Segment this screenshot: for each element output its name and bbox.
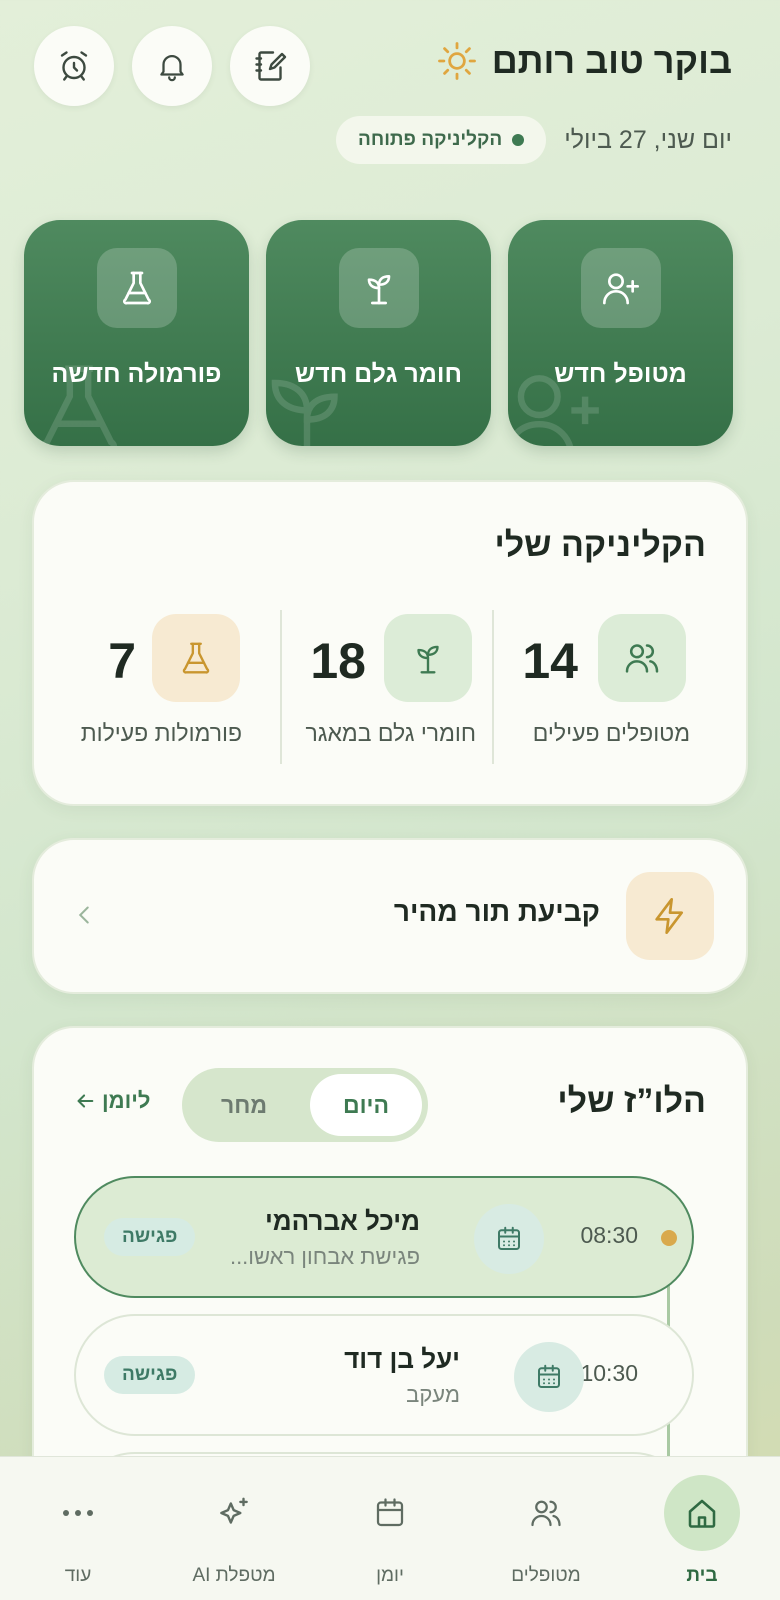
diary-link[interactable]: ליומן — [74, 1088, 150, 1114]
quick-booking-card[interactable]: קביעת תור מהיר — [32, 838, 748, 994]
date-row: יום שני, 27 ביולי הקליניקה פתוחה — [336, 116, 732, 164]
appointment-time: 08:30 — [580, 1222, 638, 1248]
appointment-card[interactable]: 10:30 יעל בן דוד מעקב פגישה — [74, 1314, 694, 1436]
nav-more[interactable]: עוד — [0, 1457, 156, 1600]
notifications-button[interactable] — [132, 26, 212, 106]
sprout-icon — [338, 248, 419, 328]
day-toggle: היום מחר — [182, 1068, 428, 1142]
appointment-type-badge: פגישה — [104, 1356, 196, 1394]
users-icon — [508, 1475, 584, 1551]
date-text: יום שני, 27 ביולי — [564, 125, 732, 154]
sun-icon — [437, 42, 476, 80]
sparkles-icon — [196, 1475, 272, 1551]
stat-active-formulas[interactable]: 7 פורמולות פעילות — [50, 604, 280, 764]
appointment-name: מיכל אברהמי — [264, 1206, 420, 1236]
nav-home[interactable]: בית — [624, 1457, 780, 1600]
new-patient-button[interactable]: מטופל חדש — [508, 220, 733, 446]
more-icon — [40, 1475, 116, 1551]
divider — [492, 610, 494, 764]
tab-today[interactable]: היום — [310, 1074, 422, 1136]
clinic-status-badge: הקליניקה פתוחה — [336, 116, 547, 164]
alarm-button[interactable] — [34, 26, 114, 106]
new-formula-button[interactable]: פורמולה חדשה — [24, 220, 249, 446]
bell-icon — [160, 55, 184, 82]
users-icon — [598, 614, 686, 702]
sprout-icon — [384, 614, 472, 702]
nav-label: מטפלת AI — [192, 1565, 276, 1586]
quick-booking-label: קביעת תור מהיר — [393, 896, 600, 927]
greeting-text: בוקר טוב רותם — [491, 40, 732, 81]
home-icon — [664, 1475, 740, 1551]
appointment-name: יעל בן דוד — [344, 1344, 460, 1374]
alarm-clock-icon — [60, 51, 88, 81]
stat-value: 7 — [108, 633, 136, 689]
nav-label: מטופלים — [511, 1565, 581, 1586]
nav-patients[interactable]: מטופלים — [468, 1457, 624, 1600]
clinic-title: הקליניקה שלי — [494, 526, 706, 564]
calendar-icon — [474, 1204, 544, 1274]
appointment-subtitle: פגישת אבחון ראשו... — [229, 1244, 420, 1269]
appointment-time: 10:30 — [580, 1360, 638, 1386]
appointment-type-badge: פגישה — [104, 1218, 196, 1256]
user-plus-icon — [580, 248, 661, 328]
notes-button[interactable] — [230, 26, 310, 106]
divider — [280, 610, 282, 764]
calendar-icon — [514, 1342, 584, 1412]
nav-label: עוד — [64, 1565, 92, 1586]
stat-value: 14 — [522, 633, 578, 689]
appointment-subtitle: מעקב — [406, 1382, 460, 1407]
stat-active-patients[interactable]: 14 מטופלים פעילים — [494, 604, 746, 764]
stat-label: חומרי גלם במאגר — [305, 720, 476, 746]
bottom-nav: בית מטופלים יומן מטפלת AI עוד — [0, 1456, 780, 1600]
nav-label: בית — [686, 1565, 718, 1586]
stat-raw-materials[interactable]: 18 חומרי גלם במאגר — [282, 604, 492, 764]
diary-link-label: ליומן — [102, 1088, 151, 1113]
stat-label: פורמולות פעילות — [80, 720, 242, 746]
new-formula-label: פורמולה חדשה — [51, 360, 222, 388]
greeting: בוקר טוב רותם — [436, 40, 732, 82]
schedule-title: הלו”ז שלי — [557, 1082, 706, 1120]
clinic-card: הקליניקה שלי 14 מטופלים פעילים 18 חומרי … — [32, 480, 748, 806]
timeline-dot — [661, 1230, 677, 1246]
nav-ai-therapist[interactable]: מטפלת AI — [156, 1457, 312, 1600]
status-dot — [512, 134, 525, 146]
flask-icon — [96, 248, 177, 328]
arrow-left-icon — [77, 1094, 94, 1108]
nav-diary[interactable]: יומן — [312, 1457, 468, 1600]
notebook-pen-icon — [255, 51, 287, 81]
calendar-icon — [352, 1475, 428, 1551]
stat-label: מטופלים פעילים — [532, 720, 690, 746]
nav-label: יומן — [376, 1565, 404, 1586]
appointment-card[interactable]: 08:30 מיכל אברהמי פגישת אבחון ראשו... פג… — [74, 1176, 694, 1298]
tab-tomorrow[interactable]: מחר — [188, 1074, 300, 1136]
flask-icon — [152, 614, 240, 702]
lightning-icon — [626, 872, 714, 960]
new-raw-material-button[interactable]: חומר גלם חדש — [266, 220, 491, 446]
new-patient-label: מטופל חדש — [554, 360, 687, 388]
clinic-status-text: הקליניקה פתוחה — [358, 129, 503, 150]
chevron-left-icon — [74, 900, 94, 935]
stat-value: 18 — [310, 633, 366, 689]
schedule-card: הלו”ז שלי היום מחר ליומן 08:30 מיכל אברה… — [32, 1026, 748, 1486]
new-raw-material-label: חומר גלם חדש — [295, 360, 462, 388]
